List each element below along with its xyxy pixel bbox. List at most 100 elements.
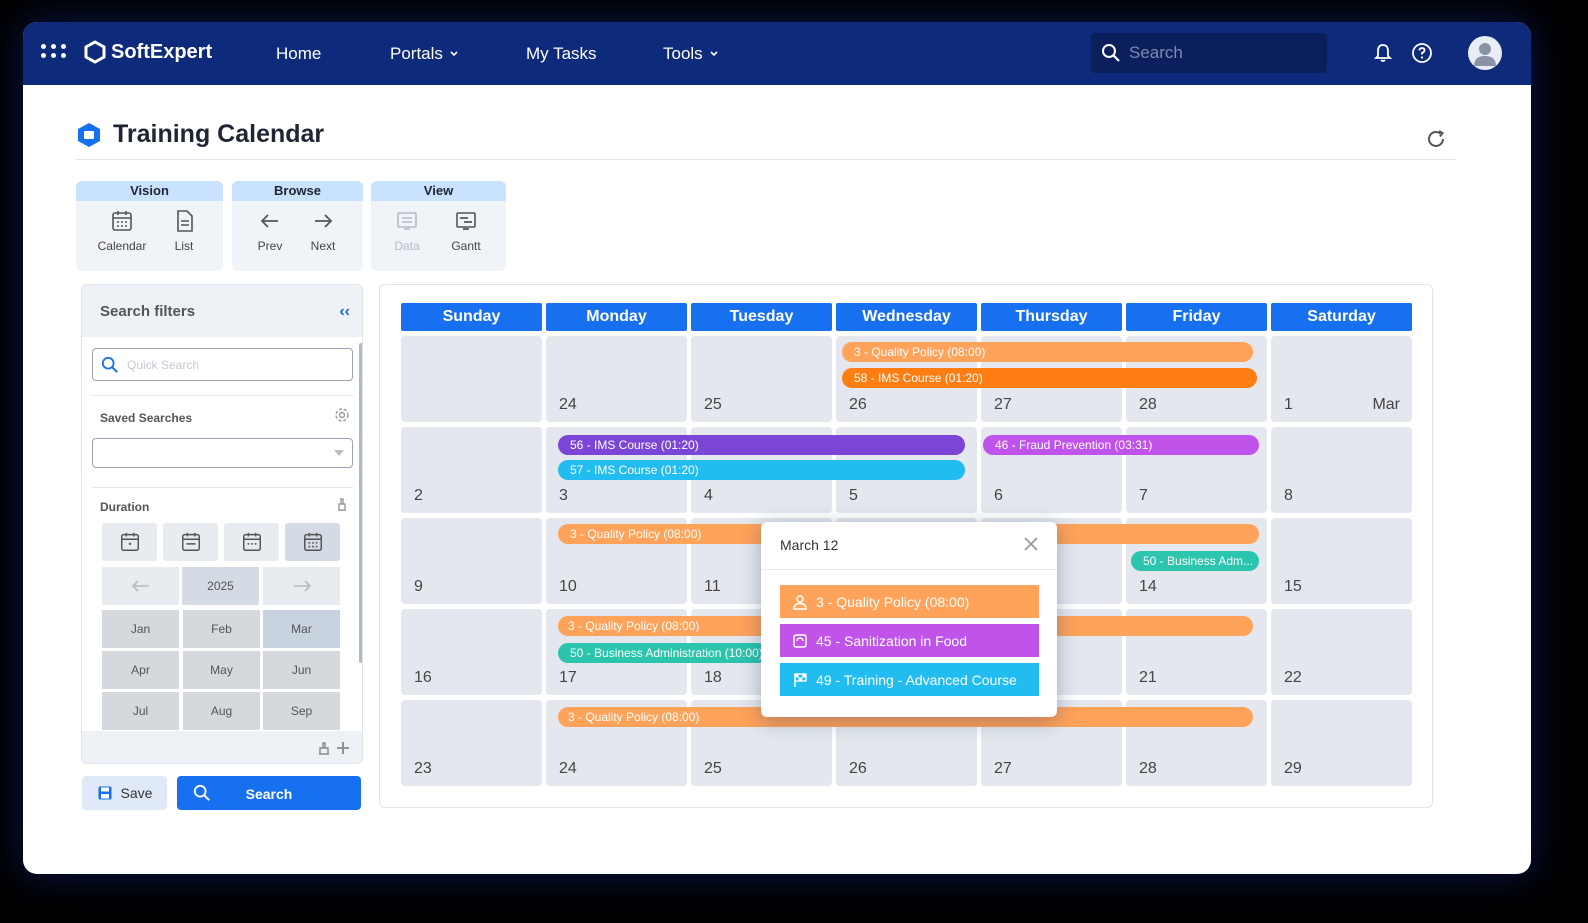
day-number: 11 <box>704 578 721 595</box>
day-number: 26 <box>849 396 867 413</box>
event-bar[interactable]: 58 - IMS Course (01:20) <box>842 368 1257 388</box>
eraser-icon[interactable] <box>316 740 332 756</box>
month-feb[interactable]: Feb <box>183 610 260 648</box>
day-number: 28 <box>1139 396 1157 413</box>
close-icon[interactable] <box>1023 536 1039 552</box>
user-avatar[interactable] <box>1468 36 1502 70</box>
nav-tools[interactable]: Tools <box>663 44 719 64</box>
list-view-button[interactable]: List <box>158 209 210 253</box>
gantt-icon <box>456 212 476 230</box>
popover-event-item[interactable]: 45 - Sanitization in Food <box>780 624 1039 657</box>
duration-label: Duration <box>100 500 150 514</box>
day-cell[interactable]: 16 <box>401 609 542 695</box>
brand-logo[interactable]: SoftExpert <box>83 40 212 64</box>
day-events-popover: March 12 3 - Quality Policy (08:00) 45 -… <box>761 522 1057 717</box>
day-cell[interactable]: 25 <box>691 336 832 422</box>
global-search-input[interactable] <box>1129 43 1309 63</box>
month-jun[interactable]: Jun <box>263 651 340 689</box>
day-cell[interactable] <box>401 336 542 422</box>
day-cell[interactable]: 29 <box>1271 700 1412 786</box>
next-label: Next <box>310 239 336 253</box>
plus-icon[interactable] <box>335 740 351 756</box>
collapse-panel-icon[interactable]: ‹‹ <box>339 303 350 321</box>
day-number: 23 <box>414 760 432 777</box>
day-cell[interactable]: 1 Mar <box>1271 336 1412 422</box>
popover-event-item[interactable]: 3 - Quality Policy (08:00) <box>780 585 1039 618</box>
app-window: SoftExpert Home Portals My Tasks Tools T… <box>23 22 1531 874</box>
eraser-icon[interactable] <box>334 496 350 512</box>
event-bar[interactable]: 56 - IMS Course (01:20) <box>558 435 965 455</box>
nav-my-tasks[interactable]: My Tasks <box>526 44 597 64</box>
day-header-sunday: Sunday <box>401 303 542 331</box>
data-view-label: Data <box>394 239 420 253</box>
next-year-button[interactable] <box>263 567 340 605</box>
nav-tools-label: Tools <box>663 44 703 63</box>
day-number: 18 <box>704 669 722 686</box>
day-number: 22 <box>1284 669 1302 686</box>
save-button[interactable]: Save <box>82 776 167 810</box>
day-number: 2 <box>414 487 423 504</box>
list-document-icon <box>177 210 193 232</box>
month-aug[interactable]: Aug <box>183 692 260 730</box>
duration-day-button[interactable] <box>102 523 157 561</box>
popover-event-item[interactable]: 49 - Training - Advanced Course <box>780 663 1039 696</box>
prev-year-button[interactable] <box>102 567 179 605</box>
toolbar-group-browse-label: Browse <box>232 181 363 201</box>
duration-month-button[interactable] <box>224 523 279 561</box>
month-sep[interactable]: Sep <box>263 692 340 730</box>
save-label: Save <box>120 785 153 801</box>
day-cell[interactable]: 2 <box>401 427 542 513</box>
day-cell[interactable]: 23 <box>401 700 542 786</box>
search-filters-panel: Search filters ‹‹ Saved Searches Duratio… <box>81 284 363 764</box>
nav-home[interactable]: Home <box>276 44 321 64</box>
search-button[interactable]: Search <box>177 776 361 810</box>
day-number: 21 <box>1139 669 1157 686</box>
toolbar-group-browse: Browse Prev Next <box>232 181 363 271</box>
filters-title: Search filters <box>100 303 196 320</box>
duration-week-button[interactable] <box>163 523 218 561</box>
global-search[interactable] <box>1091 33 1327 73</box>
prev-button[interactable]: Prev <box>244 209 296 253</box>
month-apr[interactable]: Apr <box>102 651 179 689</box>
event-bar[interactable]: 3 - Quality Policy (08:00) <box>842 342 1253 362</box>
refresh-icon[interactable] <box>1425 128 1447 150</box>
nav-portals[interactable]: Portals <box>390 44 459 64</box>
next-button[interactable]: Next <box>297 209 349 253</box>
event-bar[interactable]: 57 - IMS Course (01:20) <box>558 460 965 480</box>
bell-icon[interactable] <box>1372 42 1394 64</box>
data-view-button[interactable]: Data <box>381 209 433 253</box>
day-cell[interactable]: 22 <box>1271 609 1412 695</box>
calendar-icon <box>112 211 132 231</box>
day-cell[interactable]: 8 <box>1271 427 1412 513</box>
nav-home-label: Home <box>276 44 322 63</box>
month-jul[interactable]: Jul <box>102 692 179 730</box>
day-header-tuesday: Tuesday <box>691 303 832 331</box>
day-number: 15 <box>1284 578 1302 595</box>
day-number: 4 <box>704 487 713 504</box>
event-bar[interactable]: 46 - Fraud Prevention (03:31) <box>983 435 1259 455</box>
gantt-view-button[interactable]: Gantt <box>440 209 492 253</box>
day-number: 27 <box>994 760 1012 777</box>
apps-grid-icon[interactable] <box>41 44 67 62</box>
help-icon[interactable] <box>1411 42 1433 64</box>
saved-searches-select[interactable] <box>92 438 353 468</box>
month-jan[interactable]: Jan <box>102 610 179 648</box>
event-bar[interactable]: 50 - Business Adm... <box>1131 551 1259 571</box>
quick-search-field[interactable] <box>92 348 353 381</box>
event-bar[interactable]: 50 - Business Administration (10:00) <box>558 643 768 663</box>
year-display: 2025 <box>182 567 259 605</box>
day-number: 24 <box>559 396 577 413</box>
duration-year-button[interactable] <box>285 523 340 561</box>
day-number: 16 <box>414 669 432 686</box>
month-may[interactable]: May <box>183 651 260 689</box>
gear-icon[interactable] <box>334 407 350 423</box>
user-icon <box>1474 43 1496 66</box>
day-number: 1 <box>1284 396 1293 413</box>
day-cell[interactable]: 15 <box>1271 518 1412 604</box>
filters-scrollbar[interactable] <box>359 343 362 663</box>
month-mar[interactable]: Mar <box>263 610 340 648</box>
quick-search-input[interactable] <box>127 357 327 372</box>
day-cell[interactable]: 9 <box>401 518 542 604</box>
calendar-view-button[interactable]: Calendar <box>96 209 148 253</box>
day-cell[interactable]: 24 <box>546 336 687 422</box>
